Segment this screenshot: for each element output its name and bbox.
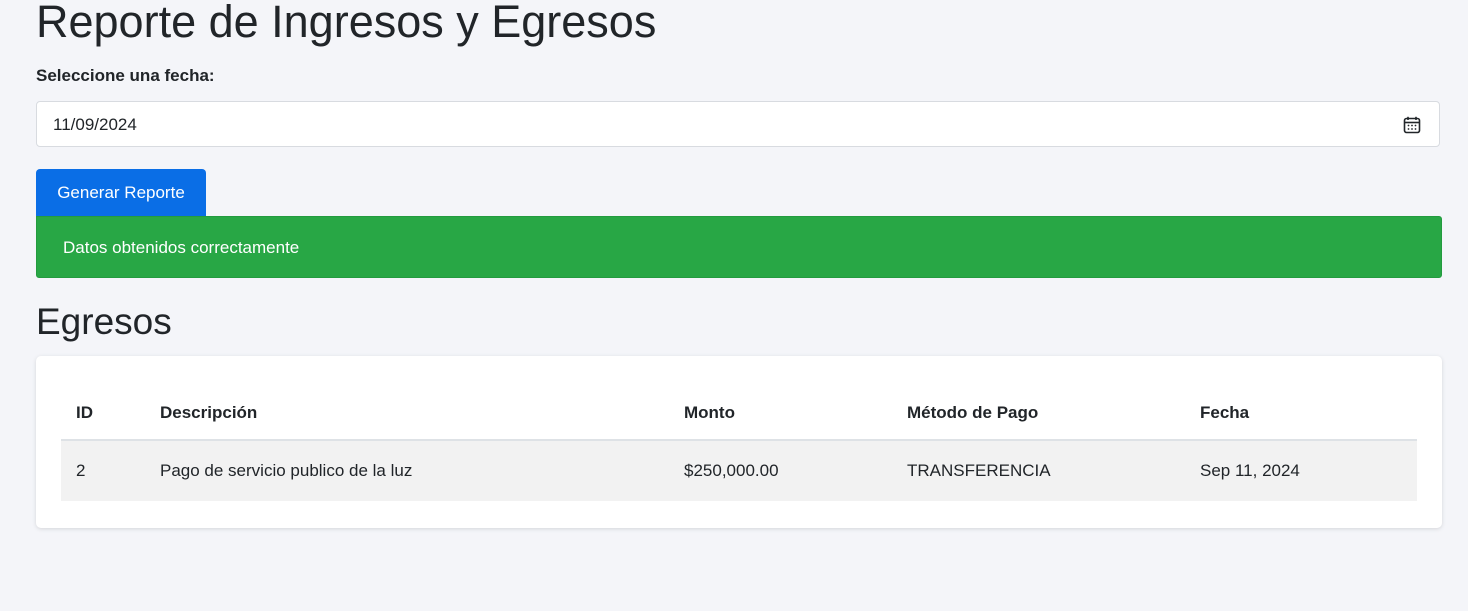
- expenses-card: ID Descripción Monto Método de Pago Fech…: [36, 356, 1442, 528]
- generate-report-button[interactable]: Generar Reporte: [36, 169, 206, 216]
- column-header-description: Descripción: [160, 387, 684, 441]
- expenses-table: ID Descripción Monto Método de Pago Fech…: [61, 387, 1417, 501]
- expenses-heading: Egresos: [36, 301, 172, 342]
- column-header-id: ID: [61, 387, 160, 441]
- row-payment-method: TRANSFERENCIA: [907, 440, 1200, 501]
- calendar-icon[interactable]: [1402, 115, 1422, 135]
- alert-message: Datos obtenidos correctamente: [63, 238, 300, 257]
- row-date: Sep 11, 2024: [1200, 440, 1417, 501]
- row-amount: $250,000.00: [684, 440, 907, 501]
- column-header-payment-method: Método de Pago: [907, 387, 1200, 441]
- date-value[interactable]: 11/09/2024: [53, 114, 137, 136]
- column-header-date: Fecha: [1200, 387, 1417, 441]
- row-description: Pago de servicio publico de la luz: [160, 440, 684, 501]
- table-row: 2 Pago de servicio publico de la luz $25…: [61, 440, 1417, 501]
- expenses-table-header: ID Descripción Monto Método de Pago Fech…: [61, 387, 1417, 441]
- date-input[interactable]: 11/09/2024: [36, 101, 1440, 147]
- row-id: 2: [61, 440, 160, 501]
- date-label: Seleccione una fecha:: [36, 66, 215, 85]
- income-expense-report-page: Reporte de Ingresos y Egresos Seleccione…: [0, 0, 1468, 611]
- column-header-amount: Monto: [684, 387, 907, 441]
- success-alert: Datos obtenidos correctamente: [36, 216, 1442, 278]
- page-title: Reporte de Ingresos y Egresos: [36, 0, 657, 47]
